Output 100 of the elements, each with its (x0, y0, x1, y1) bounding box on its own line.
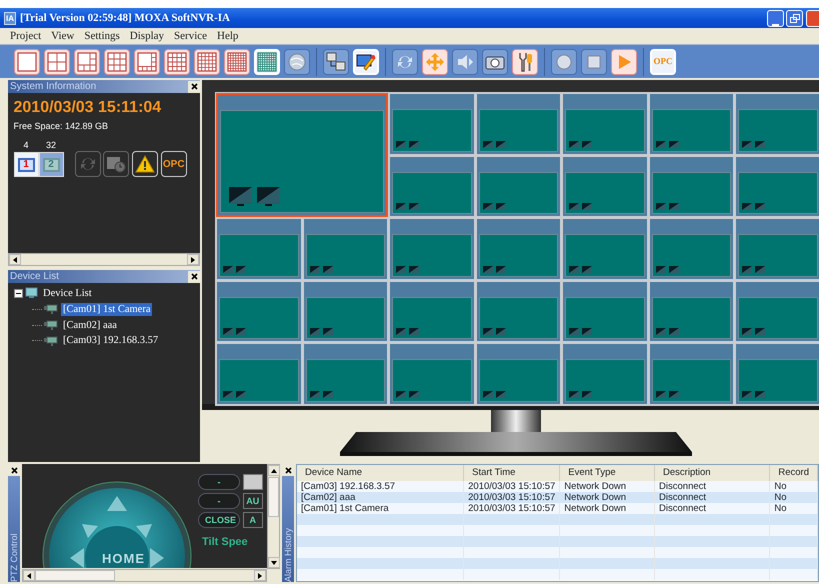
menu-item[interactable]: Display (130, 28, 164, 44)
restore-button[interactable] (786, 10, 804, 26)
video-tile[interactable] (216, 280, 302, 342)
scroll-left-button[interactable] (9, 254, 21, 265)
scroll-thumb[interactable] (268, 476, 279, 516)
video-tile[interactable] (389, 218, 474, 280)
monitor-icon (668, 328, 678, 335)
video-tile[interactable] (389, 343, 474, 404)
video-tile[interactable] (476, 218, 561, 280)
scrollbar[interactable] (22, 569, 267, 582)
table-cell: No (770, 492, 818, 504)
menu-item[interactable]: View (51, 28, 74, 44)
video-tile[interactable] (735, 280, 819, 342)
monitor-icon (656, 266, 666, 272)
ptz-button[interactable]: - (198, 474, 240, 490)
video-tile[interactable] (562, 93, 648, 154)
video-tile[interactable] (735, 218, 819, 280)
monitor-pencil-icon (356, 52, 376, 72)
menu-item[interactable]: Project (10, 28, 42, 44)
video-tile[interactable] (389, 156, 474, 217)
video-tile[interactable] (476, 343, 561, 404)
table-cell: No (770, 481, 818, 492)
monitor-icon (396, 328, 406, 335)
video-tile[interactable] (302, 280, 388, 342)
video-tile[interactable] (735, 343, 819, 404)
video-tile[interactable] (648, 343, 734, 404)
video-tile[interactable] (648, 280, 734, 342)
monitor-icon (742, 140, 752, 148)
video-tile[interactable] (476, 93, 561, 154)
monitor-icon (223, 328, 233, 335)
monitor-icon (236, 266, 246, 272)
toolbar-button[interactable] (482, 48, 508, 74)
toolbar-button[interactable] (512, 48, 538, 74)
left-arrow-icon (11, 256, 19, 264)
speaker-icon (456, 52, 474, 70)
video-tile[interactable] (562, 156, 648, 217)
menu-item[interactable]: Service (174, 28, 208, 44)
warning-icon (135, 155, 155, 174)
video-tile[interactable] (648, 93, 734, 154)
video-tile[interactable] (216, 93, 388, 217)
table-cell: No (770, 503, 818, 514)
ptz-button[interactable] (242, 474, 263, 490)
monitor-icon (409, 203, 419, 210)
restore-icon (790, 14, 800, 22)
ptz-button[interactable]: CLOSE (198, 512, 240, 528)
column-header[interactable]: Record (770, 465, 818, 482)
video-tile[interactable] (562, 218, 648, 280)
video-tile[interactable] (735, 93, 819, 154)
video-tile[interactable] (562, 343, 648, 404)
ptz-button[interactable]: A (242, 512, 263, 528)
video-tile[interactable] (302, 343, 388, 404)
tree-item[interactable]: Device List (41, 287, 94, 300)
ptz-button[interactable]: - (198, 492, 240, 509)
layout-grid-icon (167, 52, 187, 72)
tree-item[interactable]: [Cam01] 1st Camera (61, 302, 152, 316)
tree-item[interactable]: [Cam03] 192.168.3.57 (61, 334, 160, 348)
scroll-up-button[interactable] (268, 465, 280, 476)
close-button[interactable] (188, 80, 200, 92)
ptz-button[interactable]: AU (242, 492, 263, 509)
action-button[interactable]: OPC (160, 151, 187, 178)
scroll-right-button[interactable] (254, 570, 266, 581)
video-tile[interactable] (216, 218, 302, 280)
up-arrow-icon (270, 466, 278, 474)
column-header[interactable]: Start Time (464, 465, 560, 482)
monitor-icon (668, 266, 678, 272)
close-button[interactable] (188, 270, 200, 282)
scroll-left-button[interactable] (23, 570, 35, 581)
video-tile[interactable] (562, 280, 648, 342)
column-header[interactable]: Event Type (560, 465, 655, 482)
monitor-icon (569, 140, 579, 148)
scroll-thumb[interactable] (35, 570, 115, 581)
video-tile[interactable] (389, 280, 474, 342)
monitor-icon (409, 328, 419, 335)
tree-item[interactable]: [Cam02] aaa (61, 318, 119, 332)
monitor-icon (656, 140, 666, 148)
video-tile[interactable] (476, 280, 561, 342)
circle-icon (555, 52, 573, 70)
minimize-button[interactable] (766, 10, 784, 26)
scrollbar[interactable] (8, 253, 200, 266)
scrollbar[interactable] (267, 464, 280, 569)
column-header[interactable]: Device Name (297, 465, 464, 482)
monitor-icon (656, 328, 666, 335)
down-arrow-icon (270, 558, 278, 566)
menu-item[interactable]: Settings (84, 28, 120, 44)
monitor-icon (257, 187, 280, 206)
video-tile[interactable] (476, 156, 561, 217)
video-tile[interactable] (735, 156, 819, 217)
move-arrows-icon (425, 52, 445, 72)
close-icon (190, 273, 198, 280)
video-tile[interactable] (216, 343, 302, 404)
menu-item[interactable]: Help (217, 28, 238, 44)
scroll-down-button[interactable] (268, 557, 280, 568)
scroll-right-button[interactable] (187, 254, 199, 265)
monitor-icon (742, 266, 752, 272)
video-tile[interactable] (648, 156, 734, 217)
video-tile[interactable] (302, 218, 388, 280)
video-tile[interactable] (648, 218, 734, 280)
monitor-icon (755, 140, 765, 148)
video-tile[interactable] (389, 93, 474, 154)
column-header[interactable]: Description (654, 465, 770, 482)
